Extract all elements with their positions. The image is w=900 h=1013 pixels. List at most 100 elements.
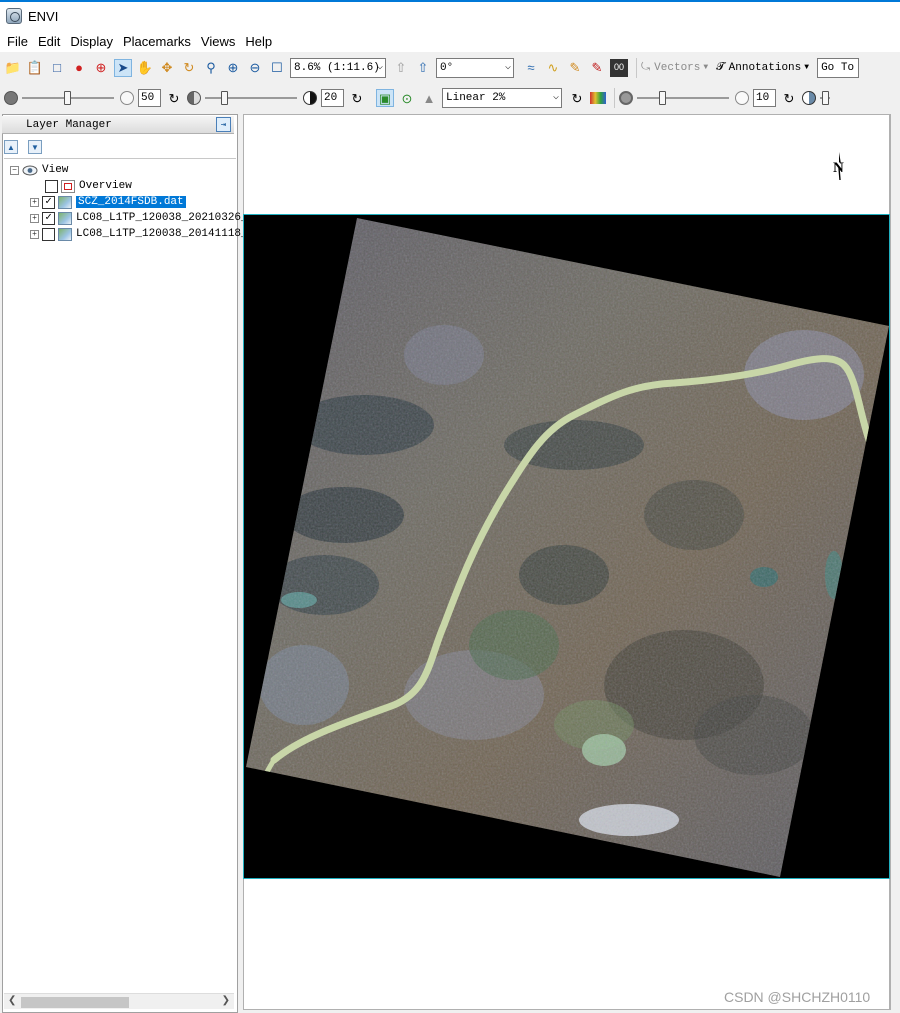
spectral-plot-icon[interactable]: ∿	[544, 59, 562, 77]
scroll-left-icon[interactable]: ❮	[8, 995, 16, 1006]
annotations-dropdown[interactable]: 𝓣 Annotations ▼	[716, 62, 809, 74]
vectors-dropdown[interactable]: ⤿ Vectors ▼	[641, 62, 708, 74]
open-folder-icon[interactable]: 📁	[4, 59, 22, 77]
satellite-image-layer[interactable]	[243, 214, 890, 879]
pan-hand-icon[interactable]: ✋	[136, 59, 154, 77]
expand-icon[interactable]: +	[30, 229, 39, 239]
placemark-icon[interactable]: ●	[70, 59, 88, 77]
layer-checkbox[interactable]: ✓	[42, 195, 55, 209]
contrast-slider[interactable]	[205, 88, 297, 108]
layer-checkbox[interactable]: ✓	[42, 211, 55, 225]
tree-node-layer[interactable]: + ✓ LC08_L1TP_120038_20210326_	[30, 210, 248, 226]
sharpen-value-field[interactable]: 10	[753, 89, 776, 107]
transparency-icon	[802, 91, 816, 105]
watermark-text: CSDN @SHCHZH0110	[724, 989, 871, 1005]
vectors-label: Vectors	[654, 61, 701, 74]
overview-checkbox[interactable]	[45, 179, 58, 193]
slider-thumb[interactable]	[659, 91, 666, 105]
rotation-combo[interactable]: 0° ⌵	[436, 57, 514, 78]
annotations-label: Annotations	[728, 61, 802, 74]
layer-name: SCZ_2014FSDB.dat	[76, 196, 186, 208]
scroll-right-icon[interactable]: ❯	[222, 995, 230, 1006]
rotate-north-icon[interactable]: ⇧	[414, 59, 432, 77]
select-pointer-icon[interactable]: ➤	[114, 58, 132, 77]
slider-track	[205, 97, 297, 99]
scrollbar-thumb[interactable]	[21, 997, 129, 1008]
pin-panel-icon[interactable]: ⇥	[216, 117, 231, 132]
overview-label: Overview	[79, 180, 132, 192]
raster-layer-icon	[58, 195, 72, 209]
layer-manager-header: Layer Manager ⇥	[2, 116, 234, 134]
view-label: View	[42, 164, 69, 176]
menu-help[interactable]: Help	[240, 34, 277, 49]
annotation-icon: 𝓣	[716, 61, 725, 74]
crop-icon[interactable]: □	[48, 59, 66, 77]
tree-node-overview[interactable]: Overview	[45, 178, 132, 194]
slider-thumb[interactable]	[221, 91, 228, 105]
refresh-icon[interactable]: ↻	[568, 89, 586, 107]
reset-icon[interactable]: ↻	[780, 89, 798, 107]
spectral-profile-icon[interactable]: ≈	[522, 59, 540, 77]
contrast-value-field[interactable]: 20	[321, 89, 344, 107]
menu-file[interactable]: File	[2, 34, 33, 49]
layer-name: LC08_L1TP_120038_20210326_	[76, 212, 248, 224]
menu-placemarks[interactable]: Placemarks	[118, 34, 196, 49]
toolbar-separator	[636, 57, 637, 78]
menu-edit[interactable]: Edit	[33, 34, 65, 49]
fly-icon[interactable]: ✥	[158, 59, 176, 77]
raster-layer-icon	[58, 211, 72, 225]
menu-bar: File Edit Display Placemarks Views Help	[0, 30, 900, 52]
contrast-low-icon	[187, 91, 201, 105]
zoom-in-icon[interactable]: ⊕	[224, 59, 242, 77]
stretch-custom-icon[interactable]: ▲	[420, 89, 438, 107]
data-manager-icon[interactable]: 📋	[26, 59, 44, 77]
menu-views[interactable]: Views	[196, 34, 240, 49]
layer-manager-title: Layer Manager	[26, 118, 112, 131]
landsat-scene-image	[246, 218, 889, 877]
reset-icon[interactable]: ↻	[165, 89, 183, 107]
collapse-icon[interactable]: −	[10, 165, 19, 175]
transparency-slider[interactable]	[820, 88, 830, 108]
layer-tree-scrollbar[interactable]: ❮ ❯	[4, 993, 234, 1009]
stretch-type-icon[interactable]: ▣	[376, 89, 394, 107]
crosshair-icon[interactable]: ⊕	[92, 59, 110, 77]
stretch-combo[interactable]: Linear 2% ⌵	[442, 88, 562, 108]
menu-display[interactable]: Display	[65, 34, 118, 49]
sharpen-slider[interactable]	[637, 88, 729, 108]
rotate-icon[interactable]: ↻	[180, 59, 198, 77]
cursor-value-icon[interactable]: ✎	[566, 59, 584, 77]
brightness-value-field[interactable]: 50	[138, 89, 161, 107]
zoom-out-icon[interactable]: ⊖	[246, 59, 264, 77]
title-bar: ENVI	[0, 0, 900, 30]
brightness-slider[interactable]	[22, 88, 114, 108]
chevron-down-icon: ▼	[703, 63, 709, 72]
chevron-down-icon: ⌵	[376, 61, 383, 73]
slider-thumb[interactable]	[64, 91, 71, 105]
brightness-value: 50	[141, 92, 155, 104]
tree-node-layer[interactable]: + LC08_L1TP_120038_20141118_	[30, 226, 248, 242]
chevron-down-icon: ⌵	[504, 61, 511, 73]
rotate-up-icon[interactable]: ⇧	[392, 59, 410, 77]
brightness-dark-icon	[4, 91, 18, 105]
move-layer-up-icon[interactable]: ▲	[4, 140, 18, 154]
tree-node-layer[interactable]: + ✓ SCZ_2014FSDB.dat	[30, 194, 186, 210]
reset-icon[interactable]: ↻	[348, 89, 366, 107]
zoom-icon[interactable]: ⚲	[202, 59, 220, 77]
stretch-full-icon[interactable]: ⊙	[398, 89, 416, 107]
raster-layer-icon	[58, 227, 72, 241]
tree-node-view[interactable]: − View	[10, 162, 68, 178]
move-layer-down-icon[interactable]: ▼	[28, 140, 42, 154]
expand-icon[interactable]: +	[30, 213, 39, 223]
sharpen-high-icon	[735, 91, 749, 105]
expand-icon[interactable]: +	[30, 197, 39, 207]
zoom-extent-icon[interactable]: ☐	[268, 59, 286, 77]
main-toolbar: 📁 📋 □ ● ⊕ ➤ ✋ ✥ ↻ ⚲ ⊕ ⊖ ☐ 8.6% (1:11.6) …	[0, 55, 900, 80]
goto-field[interactable]: Go To	[817, 57, 860, 78]
pixel-locator-icon[interactable]: 00	[610, 58, 628, 77]
color-table-icon[interactable]	[590, 92, 606, 104]
chevron-down-icon: ⌵	[552, 92, 559, 103]
layer-checkbox[interactable]	[42, 227, 55, 241]
roi-tool-icon[interactable]: ✎	[588, 59, 606, 77]
slider-thumb[interactable]	[822, 91, 829, 105]
zoom-combo[interactable]: 8.6% (1:11.6) ⌵	[290, 57, 386, 78]
